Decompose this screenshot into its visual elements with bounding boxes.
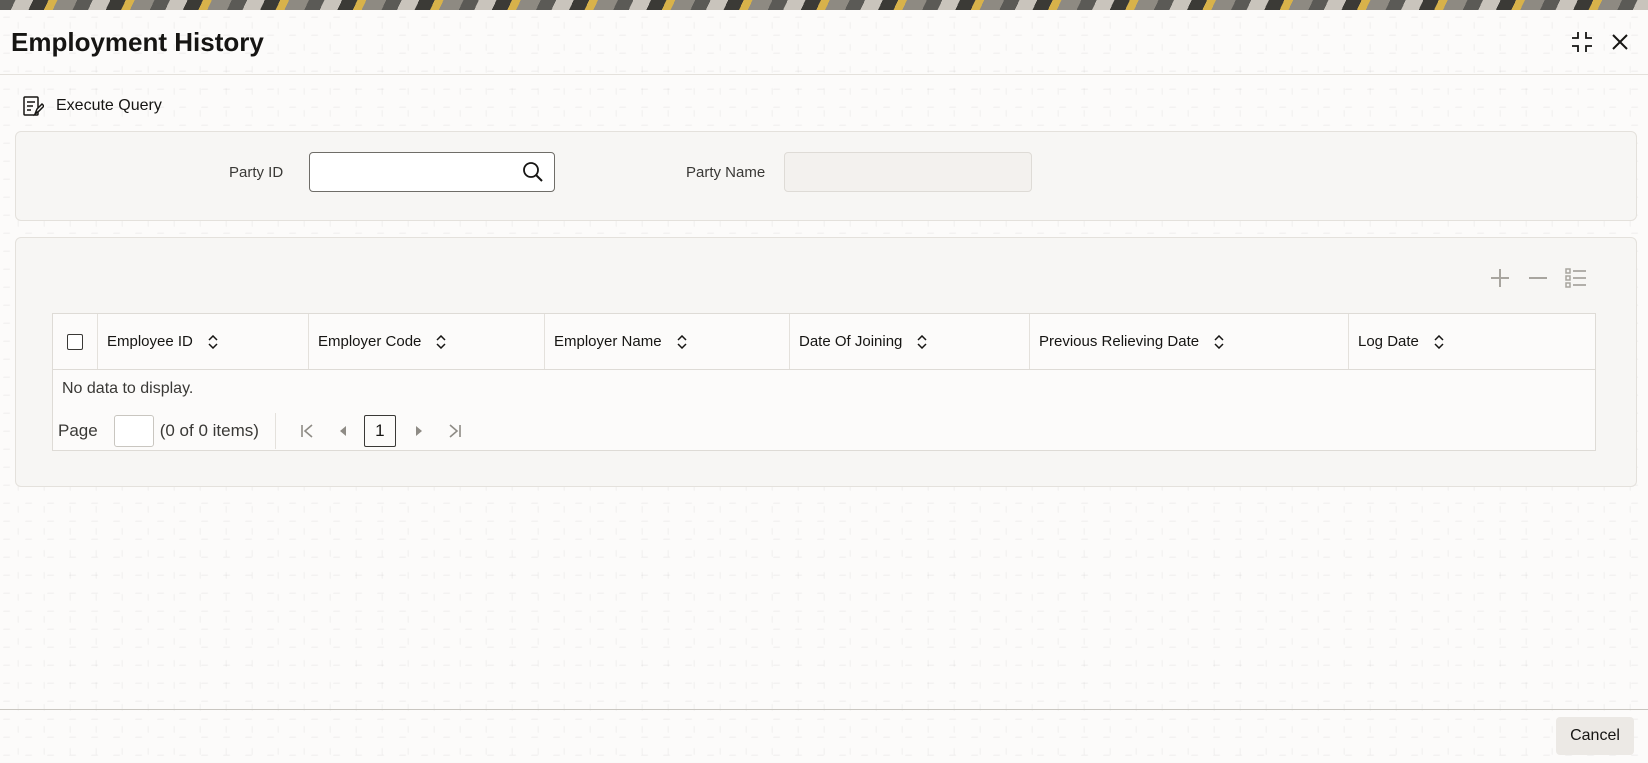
sort-icon[interactable] [435,334,447,349]
compress-icon [1572,32,1592,52]
col-date-of-joining[interactable]: Date Of Joining [790,314,1030,369]
add-row-icon[interactable] [1488,266,1512,290]
table-actions [1488,266,1588,290]
execute-query-label: Execute Query [56,97,162,114]
sort-icon[interactable] [916,334,928,349]
col-employer-code[interactable]: Employer Code [309,314,545,369]
col-employer-code-label: Employer Code [318,333,422,350]
col-date-of-joining-label: Date Of Joining [799,333,903,350]
dialog-header: Employment History [0,10,1648,75]
minimize-button[interactable] [1567,27,1597,57]
search-icon[interactable] [522,161,544,183]
grid-panel: Employee ID Employer Code Employer Name … [15,237,1637,487]
execute-query-button[interactable]: Execute Query [22,92,162,120]
col-log-date-label: Log Date [1358,333,1419,350]
cancel-button[interactable]: Cancel [1556,717,1634,755]
first-page-icon [301,424,313,438]
sort-icon[interactable] [676,334,688,349]
employment-history-dialog: Employment History Execute Query Party I… [0,10,1648,762]
previous-page-button[interactable] [328,416,358,446]
remove-row-icon[interactable] [1526,266,1550,290]
last-page-button[interactable] [440,416,470,446]
sort-icon[interactable] [1433,334,1445,349]
pager-divider [274,413,276,449]
first-page-button[interactable] [292,416,322,446]
pagination: Page (0 of 0 items) 1 [58,413,476,449]
execute-query-icon [23,96,44,117]
query-form-panel: Party ID Party Name [15,131,1637,221]
select-all-checkbox[interactable] [67,333,83,350]
sort-icon[interactable] [1213,334,1225,349]
dialog-footer: Cancel [0,709,1648,763]
items-count: (0 of 0 items) [159,421,259,440]
column-settings-icon[interactable] [1564,266,1588,290]
dialog-title: Employment History [11,27,264,57]
page-number-input[interactable] [113,415,154,447]
col-log-date[interactable]: Log Date [1349,314,1595,369]
banner-strip [0,0,1648,10]
empty-table-message: No data to display. [62,380,194,397]
employment-history-table: Employee ID Employer Code Employer Name … [52,313,1596,451]
party-id-input[interactable] [310,153,554,191]
sort-icon[interactable] [207,334,219,349]
party-id-label: Party ID [229,164,284,181]
party-id-field[interactable] [309,152,555,192]
col-previous-relieving-date[interactable]: Previous Relieving Date [1030,314,1349,369]
table-header: Employee ID Employer Code Employer Name … [53,314,1595,370]
col-previous-relieving-date-label: Previous Relieving Date [1039,333,1200,350]
current-page-button[interactable]: 1 [363,415,396,447]
party-name-field [784,152,1032,192]
party-name-input [785,153,1031,191]
col-employee-id[interactable]: Employee ID [98,314,309,369]
select-all-cell [53,314,98,369]
last-page-icon [449,424,461,438]
page-label: Page [58,421,98,440]
col-employer-name[interactable]: Employer Name [545,314,790,369]
close-icon [1612,34,1628,50]
col-employee-id-label: Employee ID [107,333,193,350]
party-name-label: Party Name [686,164,766,181]
previous-page-icon [339,426,346,436]
col-employer-name-label: Employer Name [554,333,662,350]
next-page-icon [415,426,422,436]
next-page-button[interactable] [404,416,434,446]
close-button[interactable] [1605,27,1635,57]
